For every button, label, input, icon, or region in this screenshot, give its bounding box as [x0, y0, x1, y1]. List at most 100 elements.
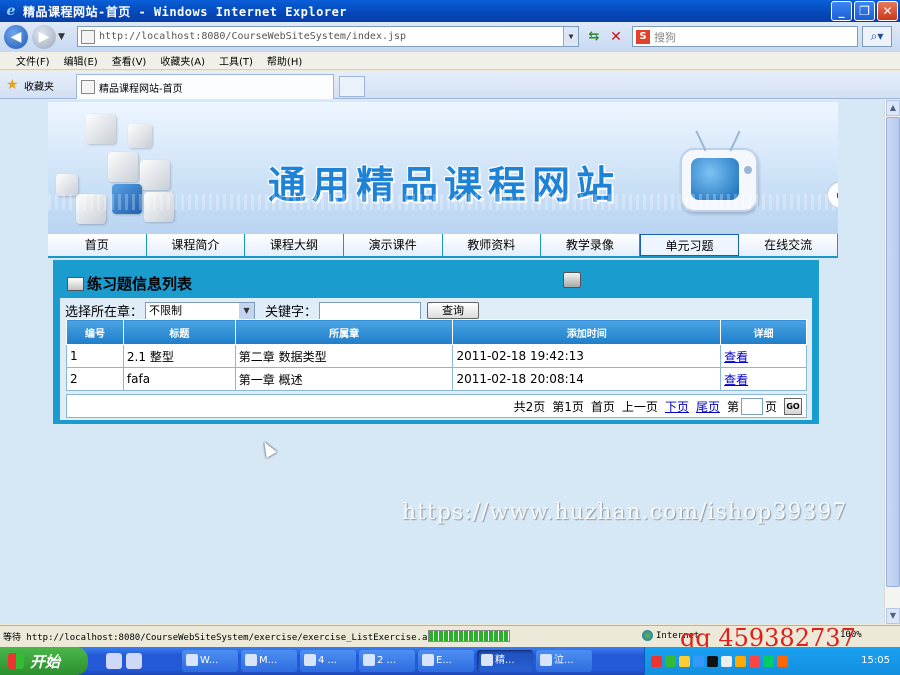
- menu-item[interactable]: 帮助(H): [267, 53, 302, 68]
- nav-item[interactable]: 演示课件: [344, 234, 443, 256]
- cell-detail: 查看: [720, 344, 807, 368]
- nav-item[interactable]: 首页: [48, 234, 147, 256]
- tray-icon[interactable]: [721, 655, 732, 667]
- page-content: 通用精品课程网站 ? 首页课程简介课程大纲演示课件教师资料教学录像单元习题在线交…: [0, 100, 884, 624]
- refresh-icon[interactable]: ⇆: [584, 27, 604, 47]
- scroll-thumb[interactable]: [886, 117, 900, 587]
- nav-item[interactable]: 在线交流: [739, 234, 838, 256]
- exercise-table: 编号 标题 所属章 添加时间 详细 1 2.1 整型 第二章 数据类型 2011-02…: [66, 319, 807, 391]
- nav-item[interactable]: 课程简介: [147, 234, 246, 256]
- address-dropdown-icon[interactable]: ▼: [563, 27, 578, 46]
- nav-item[interactable]: 教师资料: [443, 234, 542, 256]
- page-current: 第1页: [552, 399, 584, 414]
- globe-icon: [642, 630, 653, 641]
- tray-icon[interactable]: [735, 655, 746, 667]
- printer-icon[interactable]: [563, 272, 581, 288]
- new-tab-button[interactable]: [339, 76, 365, 97]
- ie-logo-icon: e: [6, 3, 16, 19]
- tray-icon[interactable]: [763, 655, 774, 667]
- window-titlebar[interactable]: e 精品课程网站-首页 - Windows Internet Explorer …: [0, 0, 900, 22]
- tab-page-icon: [81, 80, 95, 94]
- favorites-label[interactable]: 收藏夹: [24, 78, 54, 93]
- list-icon: [67, 276, 84, 291]
- menu-item[interactable]: 收藏夹(A): [160, 53, 205, 68]
- clock: 15:05: [861, 655, 890, 666]
- cell-title: 2.1 整型: [122, 344, 236, 368]
- header-time: 添加时间: [452, 319, 722, 345]
- filter-form: 选择所在章： 不限制 ▼ 关键字： 查询: [65, 301, 480, 320]
- header-detail: 详细: [720, 319, 807, 345]
- tray-icon[interactable]: [693, 655, 704, 667]
- vertical-scrollbar[interactable]: ▲ ▼: [884, 100, 900, 624]
- taskbar-button[interactable]: 精...: [477, 650, 533, 672]
- windows-logo-icon: [8, 653, 24, 669]
- site-nav: 首页 课程简介 课程大纲 演示课件 教师资料 教学录像 单元习题 在线交流: [48, 234, 838, 258]
- folder-quicklaunch-icon[interactable]: [126, 653, 142, 669]
- tray-icon[interactable]: [749, 655, 760, 667]
- keyword-label: 关键字：: [265, 305, 318, 320]
- taskbar-button[interactable]: M...: [241, 650, 297, 672]
- nav-item[interactable]: 单元习题: [639, 234, 740, 256]
- cell-time: 2011-02-18 19:42:13: [452, 344, 722, 368]
- tray-icon[interactable]: [665, 655, 676, 667]
- menu-item[interactable]: 文件(F): [16, 53, 50, 68]
- first-page: 首页: [590, 399, 615, 414]
- address-bar[interactable]: http://localhost:8080/CourseWebSiteSyste…: [77, 26, 579, 47]
- cell-chapter: 第一章 概述: [234, 367, 454, 391]
- goto-page-input[interactable]: [740, 397, 763, 415]
- start-button[interactable]: 开始: [0, 647, 88, 675]
- chevron-down-icon[interactable]: ▼: [239, 302, 255, 319]
- taskbar-button[interactable]: 2 ...: [359, 650, 415, 672]
- recent-pages-dropdown[interactable]: ▼: [58, 32, 70, 42]
- stop-icon[interactable]: ✕: [606, 27, 626, 47]
- search-button[interactable]: ⌕▾: [862, 26, 892, 47]
- minimize-button[interactable]: _: [831, 1, 852, 21]
- forward-button[interactable]: ▶: [32, 25, 56, 49]
- goto-prefix: 第: [726, 399, 739, 414]
- taskbar-button[interactable]: W...: [182, 650, 238, 672]
- go-button[interactable]: GO: [784, 397, 802, 415]
- goto-suffix: 页: [764, 399, 777, 414]
- status-text: 等待 http://localhost:8080/CourseWebSiteSy…: [3, 633, 433, 643]
- system-tray: 15:05: [644, 647, 900, 675]
- tray-icon[interactable]: [777, 655, 788, 667]
- scroll-down-icon[interactable]: ▼: [886, 608, 900, 624]
- menu-item[interactable]: 查看(V): [112, 53, 147, 68]
- browser-tab[interactable]: 精品课程网站-首页: [76, 74, 334, 99]
- favorites-star-icon[interactable]: ★: [6, 77, 19, 93]
- sogou-logo-icon: S: [636, 29, 650, 44]
- taskbar-button[interactable]: E...: [418, 650, 474, 672]
- scroll-up-icon[interactable]: ▲: [886, 100, 900, 116]
- search-input[interactable]: S 搜狗: [632, 26, 858, 47]
- restore-button[interactable]: ❐: [854, 1, 875, 21]
- tv-illustration: [680, 130, 758, 212]
- start-label: 开始: [30, 652, 61, 671]
- nav-item[interactable]: 课程大纲: [245, 234, 344, 256]
- view-detail-link[interactable]: 查看: [724, 350, 748, 364]
- query-button[interactable]: 查询: [427, 302, 480, 319]
- tray-icon[interactable]: [679, 655, 690, 667]
- last-page-link[interactable]: 尾页: [696, 398, 720, 415]
- menu-item[interactable]: 工具(T): [219, 53, 253, 68]
- close-button[interactable]: ✕: [877, 1, 898, 21]
- view-detail-link[interactable]: 查看: [724, 373, 748, 387]
- tab-title: 精品课程网站-首页: [99, 83, 183, 95]
- table-header-row: 编号 标题 所属章 添加时间 详细: [66, 319, 807, 345]
- tray-icon[interactable]: [707, 655, 718, 667]
- menu-item[interactable]: 编辑(E): [64, 53, 98, 68]
- taskbar-button[interactable]: 泣...: [536, 650, 592, 672]
- nav-item[interactable]: 教学录像: [541, 234, 640, 256]
- back-button[interactable]: ◀: [4, 25, 28, 49]
- site-banner: 通用精品课程网站 ?: [48, 102, 838, 234]
- panel-title: 练习题信息列表: [87, 275, 193, 293]
- exercise-list-panel: 练习题信息列表 选择所在章： 不限制 ▼ 关键字： 查询 编号 标题 所属章 添…: [53, 260, 819, 424]
- ie-quicklaunch-icon[interactable]: [106, 653, 122, 669]
- header-id: 编号: [66, 319, 124, 345]
- page-icon: [81, 29, 95, 44]
- keyword-input[interactable]: [319, 301, 422, 320]
- next-page-link[interactable]: 下页: [665, 398, 689, 415]
- prev-page: 上一页: [621, 399, 658, 414]
- tray-icon[interactable]: [651, 655, 662, 667]
- taskbar-button[interactable]: 4 ...: [300, 650, 356, 672]
- chapter-select[interactable]: 不限制 ▼: [145, 301, 256, 320]
